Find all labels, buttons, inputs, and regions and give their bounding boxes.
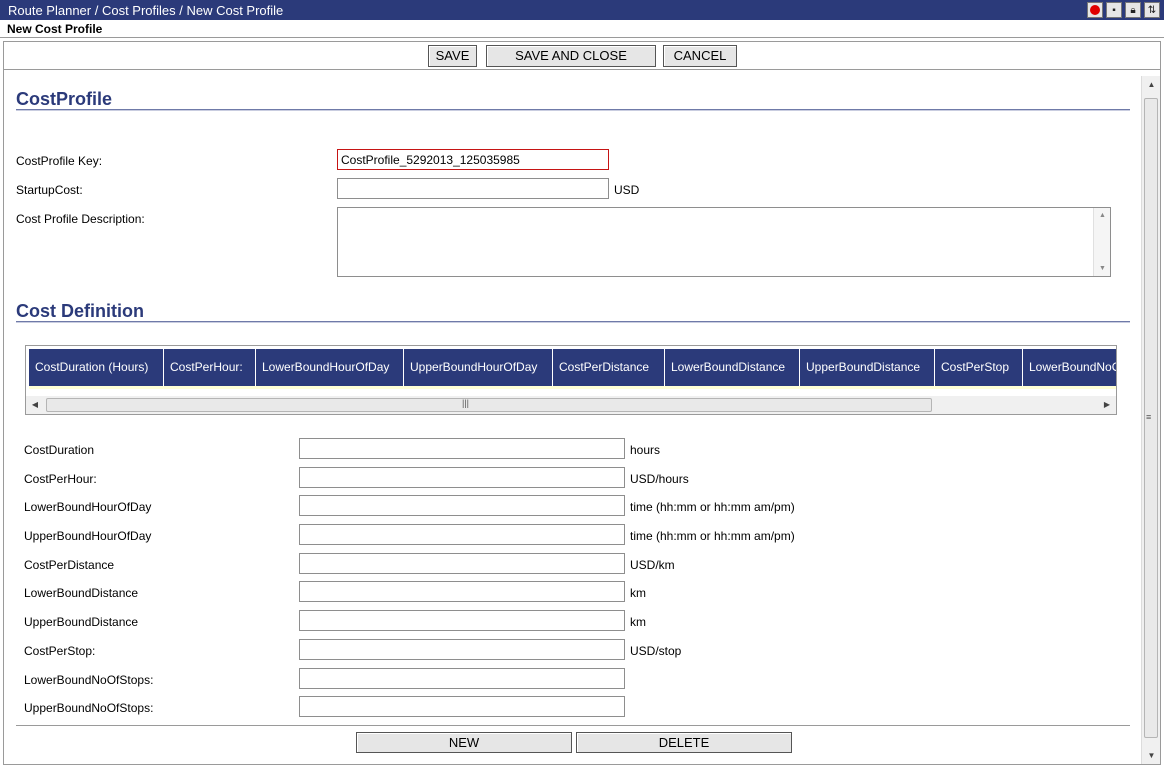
cost-profile-key-label: CostProfile Key: [16,154,103,168]
bottom-divider [16,725,1130,726]
save-disk-icon[interactable]: ▪ [1106,2,1122,18]
cost-per-distance-input[interactable] [299,553,625,574]
upper-bound-hour-label: UpperBoundHourOfDay [24,529,152,543]
cost-profile-divider [16,109,1130,111]
description-scrollbar[interactable]: ▲ ▼ [1093,208,1110,276]
cost-definition-grid: CostDuration (Hours) CostPerHour: LowerB… [25,345,1117,415]
upper-bound-distance-input[interactable] [299,610,625,631]
lock-icon[interactable]: 🔒︎ [1125,2,1141,18]
grid-header-cell[interactable]: LowerBoundNoOf [1023,349,1116,386]
record-icon[interactable] [1087,2,1103,18]
upper-bound-distance-label: UpperBoundDistance [24,615,139,629]
lower-bound-stops-label: LowerBoundNoOfStops: [24,673,154,687]
form-content: CostProfile CostProfile Key: StartupCost… [4,71,1140,764]
grid-header-cell[interactable]: CostPerStop [935,349,1023,386]
grid-header-cell[interactable]: CostDuration (Hours) [29,349,164,386]
cost-profile-key-input[interactable] [337,149,609,170]
cost-per-stop-input[interactable] [299,639,625,660]
grid-header-cell[interactable]: LowerBoundDistance [665,349,800,386]
upper-bound-hour-input[interactable] [299,524,625,545]
upper-bound-stops-input[interactable] [299,696,625,717]
startup-cost-input[interactable] [337,178,609,199]
grid-header-cell[interactable]: LowerBoundHourOfDay [256,349,404,386]
cost-definition-divider [16,321,1130,323]
page-heading: New Cost Profile [7,22,103,36]
startup-cost-label: StartupCost: [16,183,83,197]
cost-duration-unit: hours [630,443,661,457]
grid-horizontal-scrollbar[interactable]: ◀ ||| ▶ [26,396,1116,414]
toolbar: SAVE SAVE AND CLOSE CANCEL [4,42,1160,70]
scroll-left-icon[interactable]: ◀ [26,396,44,414]
cost-profile-section-title: CostProfile [16,89,113,109]
lower-bound-distance-unit: km [630,586,646,600]
cost-per-distance-unit: USD/km [630,558,675,572]
cost-per-stop-label: CostPerStop: [24,644,96,658]
titlebar-icons: ▪ 🔒︎ ⇅ [1087,2,1160,18]
cost-per-hour-label: CostPerHour: [24,472,97,486]
page-heading-bar: New Cost Profile [0,20,1164,38]
grid-header-row: CostDuration (Hours) CostPerHour: LowerB… [29,349,1116,386]
upper-bound-distance-unit: km [630,615,646,629]
grid-header-cell[interactable]: CostPerDistance [553,349,665,386]
grid-header-cell[interactable]: UpperBoundHourOfDay [404,349,553,386]
lower-bound-distance-label: LowerBoundDistance [24,586,139,600]
window-titlebar: Route Planner / Cost Profiles / New Cost… [0,0,1164,20]
breadcrumb: Route Planner / Cost Profiles / New Cost… [8,3,284,18]
lower-bound-hour-unit: time (hh:mm or hh:mm am/pm) [630,500,795,514]
save-button[interactable]: SAVE [428,45,477,67]
new-button[interactable]: NEW [356,732,572,753]
cost-definition-section-title: Cost Definition [16,301,144,321]
cost-per-distance-label: CostPerDistance [24,558,115,572]
description-label: Cost Profile Description: [16,212,145,226]
scroll-down-icon[interactable]: ▼ [1142,747,1161,764]
description-textarea[interactable]: ▲ ▼ [337,207,1111,277]
scroll-down-icon[interactable]: ▼ [1094,265,1111,272]
cost-duration-input[interactable] [299,438,625,459]
startup-cost-unit: USD [614,183,640,197]
grid-header-cell[interactable]: CostPerHour: [164,349,256,386]
cost-duration-label: CostDuration [24,443,95,457]
grid-scroll-thumb[interactable] [46,398,932,412]
scroll-grip-icon: ||| [462,398,470,408]
lower-bound-distance-input[interactable] [299,581,625,602]
refresh-icon[interactable]: ⇅ [1144,2,1160,18]
grid-empty-row [29,386,1116,389]
scroll-right-icon[interactable]: ▶ [1098,396,1116,414]
page-vertical-scrollbar[interactable]: ▲ ≡ ▼ [1141,76,1160,764]
save-and-close-button[interactable]: SAVE AND CLOSE [486,45,656,67]
cost-per-stop-unit: USD/stop [630,644,682,658]
cost-per-hour-unit: USD/hours [630,472,689,486]
scroll-up-icon[interactable]: ▲ [1142,76,1161,93]
scroll-up-icon[interactable]: ▲ [1094,212,1111,219]
cancel-button[interactable]: CANCEL [663,45,737,67]
lower-bound-hour-input[interactable] [299,495,625,516]
cost-per-hour-input[interactable] [299,467,625,488]
lower-bound-hour-label: LowerBoundHourOfDay [24,500,152,514]
upper-bound-stops-label: UpperBoundNoOfStops: [24,701,154,715]
delete-button[interactable]: DELETE [576,732,792,753]
scroll-grip-icon: ≡ [1146,412,1152,422]
upper-bound-hour-unit: time (hh:mm or hh:mm am/pm) [630,529,795,543]
grid-header-cell[interactable]: UpperBoundDistance [800,349,935,386]
lower-bound-stops-input[interactable] [299,668,625,689]
